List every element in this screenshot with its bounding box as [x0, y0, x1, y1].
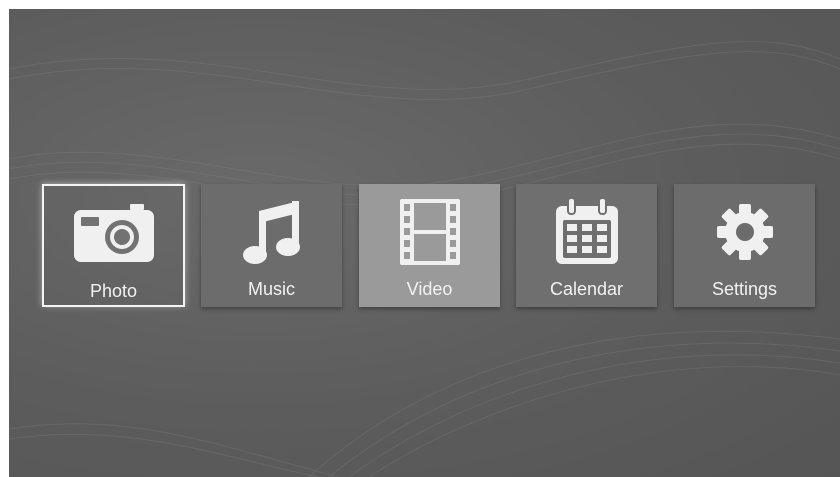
menu-item-music[interactable]: Music	[201, 184, 342, 307]
calendar-icon	[516, 198, 657, 266]
film-strip-icon	[359, 198, 500, 266]
music-note-icon	[201, 198, 342, 266]
menu-item-calendar[interactable]: Calendar	[516, 184, 657, 307]
menu-item-video[interactable]: Video	[359, 184, 500, 307]
gear-icon	[674, 198, 815, 266]
home-screen: Photo Music Video Calendar Settings	[9, 9, 840, 477]
menu-item-settings[interactable]: Settings	[674, 184, 815, 307]
menu-item-photo[interactable]: Photo	[42, 184, 185, 307]
menu-item-label: Video	[406, 279, 453, 299]
menu-item-label: Settings	[711, 279, 778, 299]
menu-item-label: Music	[247, 279, 295, 299]
camera-icon	[44, 200, 183, 268]
menu-item-label: Photo	[89, 281, 138, 301]
menu-item-label: Calendar	[549, 279, 624, 299]
